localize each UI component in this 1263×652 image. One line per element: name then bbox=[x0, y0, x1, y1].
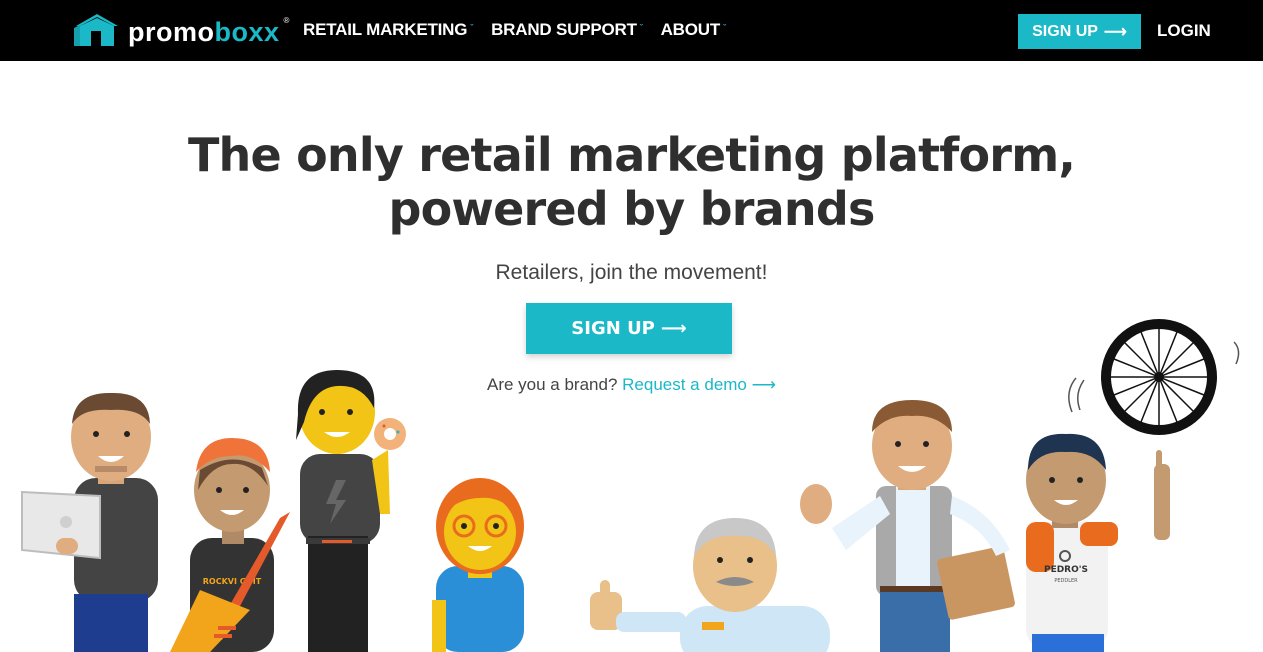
nav-signup-label: SIGN UP bbox=[1032, 22, 1098, 40]
menu-brand-support[interactable]: BRAND SUPPORT ˇ bbox=[491, 20, 643, 40]
hero-signup-button[interactable]: SIGN UP ⟶ bbox=[526, 303, 732, 354]
brand-prompt: Are you a brand? Request a demo ⟶ bbox=[0, 375, 1263, 395]
logo-accent: boxx bbox=[214, 17, 280, 47]
chevron-down-icon: ˇ bbox=[470, 23, 474, 33]
arrow-right-icon: ⟶ bbox=[1103, 23, 1127, 41]
top-nav: promoboxx ® RETAIL MARKETING ˇ BRAND SUP… bbox=[0, 0, 1263, 61]
arrow-right-icon: ⟶ bbox=[660, 318, 687, 339]
hero-subtitle: Retailers, join the movement! bbox=[495, 261, 768, 284]
main-menu: RETAIL MARKETING ˇ BRAND SUPPORT ˇ ABOUT… bbox=[303, 20, 744, 40]
chevron-down-icon: ˇ bbox=[639, 23, 643, 33]
request-demo-label: Request a demo bbox=[622, 375, 747, 394]
woman-with-guitar: ROCKVI GUIT bbox=[170, 438, 290, 652]
man-waving-with-package bbox=[800, 400, 1015, 652]
arrow-right-icon: ⟶ bbox=[751, 375, 776, 394]
hero-title-line-1: The only retail marketing platform, bbox=[187, 128, 1076, 182]
request-demo-link[interactable]: Request a demo ⟶ bbox=[622, 375, 776, 394]
login-link[interactable]: LOGIN bbox=[1157, 21, 1211, 41]
brand-question: Are you a brand? bbox=[486, 375, 618, 394]
menu-label: RETAIL MARKETING bbox=[303, 20, 468, 39]
man-with-laptop bbox=[21, 392, 158, 652]
shop-shirt-name: PEDRO'S bbox=[1044, 565, 1088, 575]
menu-retail-marketing[interactable]: RETAIL MARKETING ˇ bbox=[303, 20, 473, 40]
menu-about[interactable]: ABOUT ˇ bbox=[661, 20, 726, 40]
nav-signup-button[interactable]: SIGN UP ⟶ bbox=[1018, 14, 1141, 49]
menu-label: ABOUT bbox=[660, 20, 721, 39]
hero-title-line-2: powered by brands bbox=[388, 182, 875, 236]
woman-with-donut bbox=[296, 370, 406, 652]
hero-signup-label: SIGN UP bbox=[571, 318, 655, 339]
chevron-down-icon: ˇ bbox=[723, 23, 726, 33]
logo-prefix: promo bbox=[128, 17, 215, 47]
logo-trademark: ® bbox=[283, 16, 290, 25]
shop-shirt-tagline: PEDDLER bbox=[1054, 578, 1078, 584]
logo-text: promoboxx bbox=[128, 17, 280, 48]
menu-label: BRAND SUPPORT bbox=[491, 20, 637, 39]
old-man-thumbs-up bbox=[590, 518, 830, 652]
house-logo-icon bbox=[74, 12, 120, 53]
girl-with-glasses bbox=[432, 478, 524, 652]
logo[interactable]: promoboxx ® bbox=[74, 12, 289, 53]
hero-title: The only retail marketing platform, powe… bbox=[0, 128, 1263, 236]
man-spinning-wheel: PEDRO'S PEDDLER bbox=[1026, 319, 1240, 652]
